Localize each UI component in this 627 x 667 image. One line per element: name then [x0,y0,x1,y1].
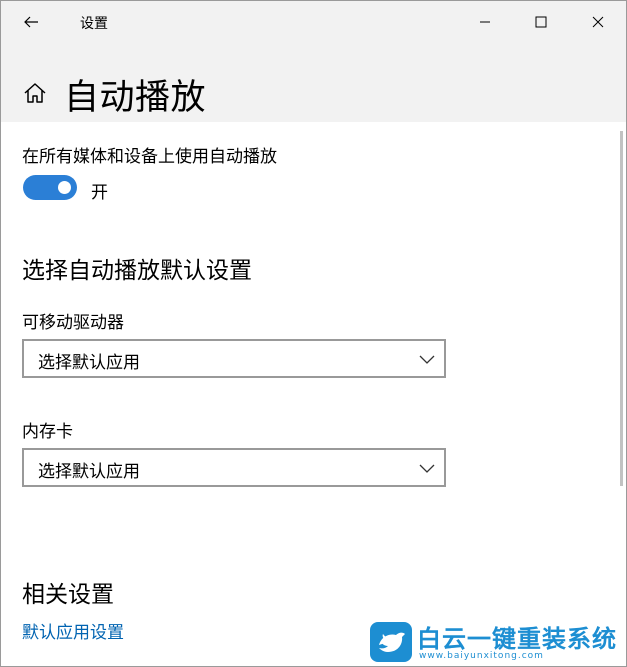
related-section-title: 相关设置 [22,582,114,608]
removable-drive-value: 选择默认应用 [38,353,140,373]
watermark-title: 白云一键重装系统 [417,625,617,653]
minimize-icon [480,21,490,23]
memory-card-label: 内存卡 [22,422,73,442]
chevron-down-icon [419,464,435,473]
watermark-url: www.baiyunxitong.com [419,651,544,661]
removable-drive-dropdown[interactable]: 选择默认应用 [22,339,446,378]
settings-window: 设置 自动播放 在所有媒体和设备上使用自动播放 开 选择自动播放默认设置 可移动… [0,0,627,667]
chevron-down-icon [419,355,435,364]
titlebar: 设置 [1,1,626,43]
back-button[interactable] [9,3,53,41]
defaults-section-title: 选择自动播放默认设置 [22,258,252,284]
maximize-icon [535,16,547,28]
memory-card-dropdown[interactable]: 选择默认应用 [22,448,446,487]
autoplay-toggle[interactable] [23,175,77,200]
close-button[interactable] [570,1,626,43]
back-arrow-icon [24,16,38,28]
close-icon [592,16,604,28]
toggle-state-label: 开 [91,183,108,203]
minimize-button[interactable] [457,1,513,43]
watermark: 白云一键重装系统 www.baiyunxitong.com [369,619,624,665]
default-apps-link[interactable]: 默认应用设置 [22,618,124,643]
removable-drive-label: 可移动驱动器 [22,313,124,333]
maximize-button[interactable] [513,1,569,43]
autoplay-label: 在所有媒体和设备上使用自动播放 [22,147,277,167]
home-icon [24,83,46,103]
page-title: 自动播放 [64,78,207,118]
toggle-knob [58,181,71,194]
app-title: 设置 [80,16,108,32]
scrollbar[interactable] [620,131,623,486]
bird-logo-icon [370,622,412,662]
memory-card-value: 选择默认应用 [38,462,140,482]
